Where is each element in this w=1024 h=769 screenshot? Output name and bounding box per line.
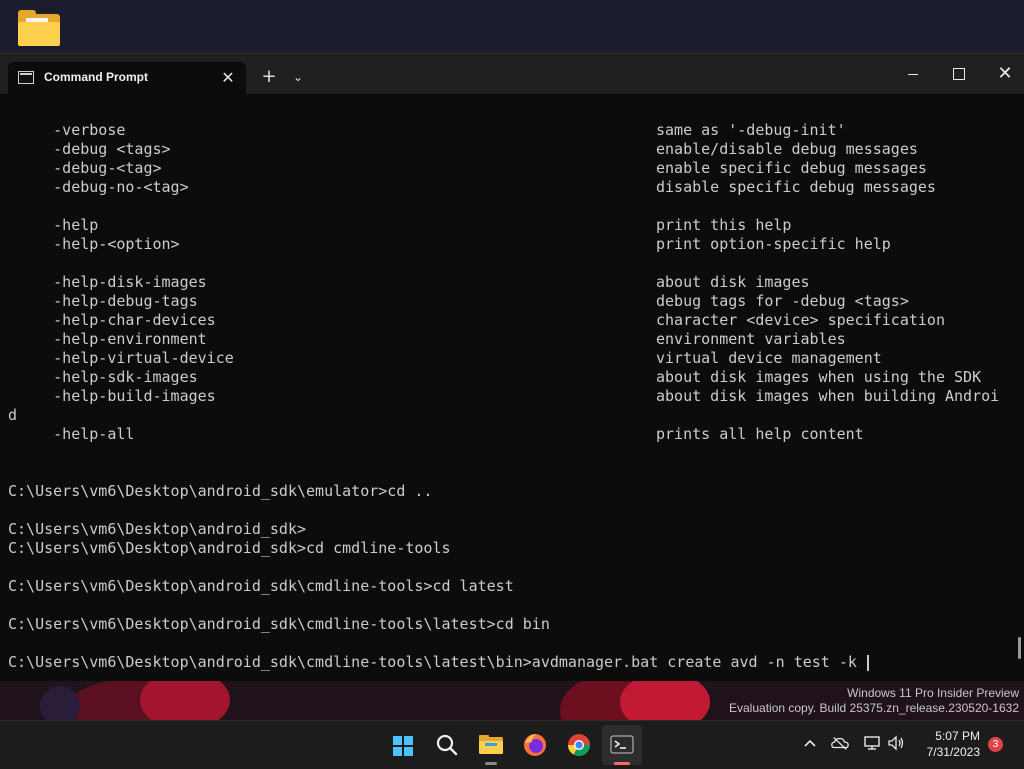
system-clock[interactable]: 5:07 PM 7/31/2023 [910, 728, 980, 760]
help-description: print this help [656, 216, 792, 234]
firefox-icon [524, 734, 546, 756]
command-input[interactable]: avdmanager.bat create avd -n test -k [532, 653, 866, 671]
help-description: about disk images when building Androi [656, 387, 1000, 405]
taskbar: 5:07 PM 7/31/2023 3 [0, 720, 1024, 769]
chevron-down-icon[interactable]: ⌄ [288, 66, 308, 88]
help-description: prints all help content [656, 425, 864, 443]
tab-close-icon[interactable]: ✕ [218, 68, 238, 88]
help-option: -help-all [8, 425, 135, 443]
start-button[interactable] [382, 725, 422, 765]
command-line: C:\Users\vm6\Desktop\android_sdk> [8, 520, 307, 538]
network-icon[interactable] [862, 733, 882, 753]
chrome-icon [568, 734, 590, 756]
chrome-button[interactable] [559, 725, 599, 765]
minimize-button[interactable] [890, 62, 936, 86]
help-option: -verbose [8, 121, 126, 139]
help-option: -help-debug-tags [8, 292, 198, 310]
search-button[interactable] [427, 725, 467, 765]
watermark-edition: Windows 11 Pro Insider Preview [847, 686, 1019, 700]
text-cursor [866, 654, 869, 671]
maximize-button[interactable] [936, 62, 982, 86]
help-option: d [8, 406, 18, 424]
help-option: -debug-no-<tag> [8, 178, 189, 196]
notification-badge[interactable]: 3 [988, 737, 1003, 752]
help-option: -help-environment [8, 330, 207, 348]
help-description: virtual device management [656, 349, 882, 367]
help-option: -help-char-devices [8, 311, 216, 329]
help-description: enable specific debug messages [656, 159, 927, 177]
new-tab-button[interactable]: + [258, 66, 280, 88]
windows-watermark: Windows 11 Pro Insider Preview Evaluatio… [729, 686, 1019, 716]
terminal-button[interactable] [602, 725, 642, 765]
tab-title: Command Prompt [44, 70, 149, 84]
terminal-icon [610, 735, 634, 754]
help-option: -help-build-images [8, 387, 216, 405]
cmd-icon [18, 71, 34, 84]
search-icon [436, 734, 458, 756]
help-option: -help [8, 216, 99, 234]
help-description: character <device> specification [656, 311, 945, 329]
onedrive-offline-icon[interactable] [830, 733, 850, 753]
help-description: debug tags for -debug <tags> [656, 292, 909, 310]
help-description: disable specific debug messages [656, 178, 936, 196]
help-description: about disk images [656, 273, 810, 291]
chevron-up-icon[interactable] [800, 733, 820, 753]
help-description: about disk images when using the SDK [656, 368, 982, 386]
command-prompt-window: Command Prompt ✕ + ⌄ ✕ -verbose same as '… [0, 53, 1024, 681]
title-bar: Command Prompt ✕ + ⌄ ✕ [0, 54, 1024, 94]
help-option: -help-<option> [8, 235, 180, 253]
close-button[interactable]: ✕ [982, 62, 1024, 86]
scrollbar[interactable] [1018, 637, 1021, 659]
command-line: C:\Users\vm6\Desktop\android_sdk>cd cmdl… [8, 539, 451, 557]
watermark-build: Evaluation copy. Build 25375.zn_release.… [729, 701, 1019, 715]
help-option: -help-disk-images [8, 273, 207, 291]
help-option: -help-virtual-device [8, 349, 234, 367]
command-line: C:\Users\vm6\Desktop\android_sdk\emulato… [8, 482, 433, 500]
volume-icon[interactable] [886, 733, 906, 753]
clock-date: 7/31/2023 [926, 745, 980, 759]
help-description: environment variables [656, 330, 846, 348]
help-option: -debug <tags> [8, 140, 171, 158]
help-description: same as '-debug-init' [656, 121, 846, 139]
prompt-path: C:\Users\vm6\Desktop\android_sdk\cmdline… [8, 653, 532, 671]
help-description: enable/disable debug messages [656, 140, 918, 158]
active-indicator [614, 762, 630, 765]
firefox-button[interactable] [515, 725, 555, 765]
tab-command-prompt[interactable]: Command Prompt ✕ [8, 62, 246, 94]
help-description: print option-specific help [656, 235, 891, 253]
command-line: C:\Users\vm6\Desktop\android_sdk\cmdline… [8, 577, 514, 595]
windows-logo-icon [393, 736, 413, 756]
clock-time: 5:07 PM [935, 729, 980, 743]
file-explorer-button[interactable] [471, 725, 511, 765]
current-command-line[interactable]: C:\Users\vm6\Desktop\android_sdk\cmdline… [8, 653, 869, 672]
help-option: -help-sdk-images [8, 368, 198, 386]
running-indicator [485, 762, 497, 765]
desktop-folder-icon[interactable] [16, 8, 62, 48]
terminal-output[interactable]: -verbose same as '-debug-init' -debug <ta… [0, 94, 1016, 681]
command-line: C:\Users\vm6\Desktop\android_sdk\cmdline… [8, 615, 550, 633]
file-explorer-icon [479, 735, 503, 754]
help-option: -debug-<tag> [8, 159, 162, 177]
